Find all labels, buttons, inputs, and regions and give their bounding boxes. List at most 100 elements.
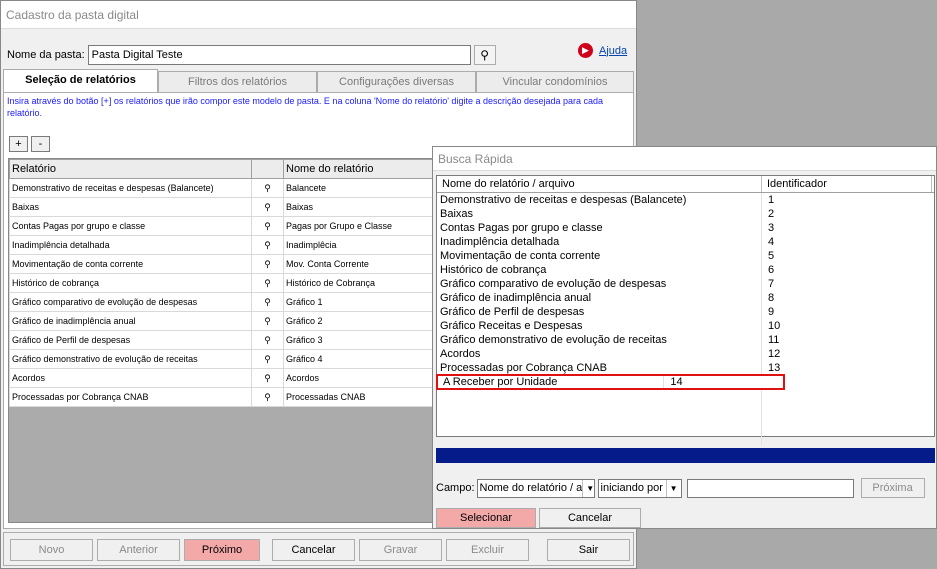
list-item[interactable]: Gráfico comparativo de evolução de despe… <box>437 277 934 291</box>
binoculars-icon[interactable]: ⚲ <box>251 368 284 388</box>
tab-vincular-condominios[interactable]: Vincular condomínios <box>476 71 634 92</box>
list-item[interactable]: Histórico de cobrança 6 <box>437 263 934 277</box>
binoculars-icon[interactable]: ⚲ <box>251 311 284 331</box>
list-item-name: Contas Pagas por grupo e classe <box>437 221 762 235</box>
report-name-cell[interactable]: Pagas por Grupo e Classe <box>283 216 439 236</box>
list-item[interactable]: Gráfico Receitas e Despesas 10 <box>437 319 934 333</box>
report-name-cell[interactable]: Gráfico 2 <box>283 311 439 331</box>
list-item-name: Movimentação de conta corrente <box>437 249 762 263</box>
binoculars-icon[interactable]: ⚲ <box>251 387 284 407</box>
table-row[interactable]: Gráfico comparativo de evolução de despe… <box>9 292 439 312</box>
report-cell[interactable]: Baixas <box>9 197 252 217</box>
binoculars-icon[interactable]: ⚲ <box>251 216 284 236</box>
binoculars-icon[interactable]: ⚲ <box>251 197 284 217</box>
report-cell[interactable]: Gráfico comparativo de evolução de despe… <box>9 292 252 312</box>
table-row[interactable]: Inadimplência detalhada ⚲ Inadimplêcia <box>9 235 439 255</box>
sair-button[interactable]: Sair <box>547 539 630 561</box>
binoculars-icon[interactable]: ⚲ <box>251 330 284 350</box>
report-cell[interactable]: Gráfico de inadimplência anual <box>9 311 252 331</box>
folder-search-button[interactable]: ⚲ <box>473 45 496 65</box>
excluir-button[interactable]: Excluir <box>446 539 529 561</box>
binoculars-icon: ⚲ <box>480 48 490 62</box>
report-cell[interactable]: Contas Pagas por grupo e classe <box>9 216 252 236</box>
report-name-cell[interactable]: Baixas <box>283 197 439 217</box>
grid-header-row: Relatório Nome do relatório <box>9 159 439 179</box>
report-name-cell[interactable]: Balancete <box>283 178 439 198</box>
list-item[interactable]: Acordos 12 <box>437 347 934 361</box>
remove-report-button[interactable]: - <box>31 136 50 152</box>
campo-select[interactable]: Nome do relatório / a ▼ <box>476 478 595 498</box>
table-row[interactable]: Movimentação de conta corrente ⚲ Mov. Cont… <box>9 254 439 274</box>
binoculars-icon[interactable]: ⚲ <box>251 254 284 274</box>
novo-button[interactable]: Novo <box>10 539 93 561</box>
list-item[interactable]: Gráfico de inadimplência anual 8 <box>437 291 934 305</box>
report-cell[interactable]: Processadas por Cobrança CNAB <box>9 387 252 407</box>
proximo-button[interactable]: Próximo <box>184 539 260 561</box>
selecionar-button[interactable]: Selecionar <box>436 508 536 528</box>
binoculars-icon[interactable]: ⚲ <box>251 292 284 312</box>
report-name-cell[interactable]: Gráfico 3 <box>283 330 439 350</box>
list-item[interactable]: Processadas por Cobrança CNAB 13 <box>437 361 934 375</box>
video-help-icon[interactable]: ▶ <box>578 43 593 58</box>
table-row[interactable]: Contas Pagas por grupo e classe ⚲ Pagas po… <box>9 216 439 236</box>
horizontal-scrollbar[interactable] <box>436 448 935 463</box>
search-cancelar-button[interactable]: Cancelar <box>539 508 641 528</box>
report-name-cell[interactable]: Inadimplêcia <box>283 235 439 255</box>
table-row[interactable]: Acordos ⚲ Acordos <box>9 368 439 388</box>
cancelar-button[interactable]: Cancelar <box>272 539 355 561</box>
report-cell[interactable]: Movimentação de conta corrente <box>9 254 252 274</box>
list-item[interactable]: Gráfico demonstrativo de evolução de rec… <box>437 333 934 347</box>
anterior-button[interactable]: Anterior <box>97 539 180 561</box>
table-row[interactable]: Gráfico demonstrativo de evolução de rec… <box>9 349 439 369</box>
list-item[interactable]: A Receber por Unidade 14 <box>436 374 785 390</box>
list-item-name: Gráfico de inadimplência anual <box>437 291 762 305</box>
report-cell[interactable]: Histórico de cobrança <box>9 273 252 293</box>
binoculars-icon[interactable]: ⚲ <box>251 273 284 293</box>
table-row[interactable]: Gráfico de inadimplência anual ⚲ Gráfico 2 <box>9 311 439 331</box>
list-item-name: Baixas <box>437 207 762 221</box>
list-item[interactable]: Contas Pagas por grupo e classe 3 <box>437 221 934 235</box>
report-name-cell[interactable]: Histórico de Cobrança <box>283 273 439 293</box>
binoculars-icon[interactable]: ⚲ <box>251 349 284 369</box>
report-name-cell[interactable]: Gráfico 1 <box>283 292 439 312</box>
list-item[interactable]: Baixas 2 <box>437 207 934 221</box>
add-report-button[interactable]: + <box>9 136 28 152</box>
chevron-down-icon[interactable]: ▼ <box>582 479 594 497</box>
search-text-input[interactable] <box>686 478 854 498</box>
table-row[interactable]: Histórico de cobrança ⚲ Histórico de Cobra… <box>9 273 439 293</box>
report-name-cell[interactable]: Acordos <box>283 368 439 388</box>
report-cell[interactable]: Gráfico de Perfil de despesas <box>9 330 252 350</box>
report-cell[interactable]: Acordos <box>9 368 252 388</box>
column-identificador[interactable]: Identificador <box>762 176 932 192</box>
column-relatorio[interactable]: Relatório <box>9 159 252 179</box>
report-cell[interactable]: Demonstrativo de receitas e despesas (Ba… <box>9 178 252 198</box>
help-link[interactable]: Ajuda <box>599 45 627 57</box>
list-item[interactable]: Demonstrativo de receitas e despesas (Ba… <box>437 193 934 207</box>
tab-selecao-relatorios[interactable]: Seleção de relatórios <box>3 69 158 92</box>
report-name-cell[interactable]: Mov. Conta Corrente <box>283 254 439 274</box>
table-row[interactable]: Baixas ⚲ Baixas <box>9 197 439 217</box>
help-area[interactable]: ▶ Ajuda <box>578 43 627 58</box>
tab-filtros-relatorios[interactable]: Filtros dos relatórios <box>158 71 317 92</box>
binoculars-icon[interactable]: ⚲ <box>251 178 284 198</box>
list-item[interactable]: Inadimplência detalhada 4 <box>437 235 934 249</box>
table-row[interactable]: Demonstrativo de receitas e despesas (Ba… <box>9 178 439 198</box>
report-cell[interactable]: Gráfico demonstrativo de evolução de rec… <box>9 349 252 369</box>
binoculars-icon[interactable]: ⚲ <box>251 235 284 255</box>
report-cell[interactable]: Inadimplência detalhada <box>9 235 252 255</box>
tab-configuracoes-diversas[interactable]: Configurações diversas <box>317 71 476 92</box>
chevron-down-icon[interactable]: ▼ <box>665 479 681 497</box>
column-nome-relatorio[interactable]: Nome do relatório <box>283 159 439 179</box>
report-name-cell[interactable]: Gráfico 4 <box>283 349 439 369</box>
folder-name-input[interactable]: Pasta Digital Teste <box>87 45 471 65</box>
list-item-name: Inadimplência detalhada <box>437 235 762 249</box>
table-row[interactable]: Processadas por Cobrança CNAB ⚲ Processada… <box>9 387 439 407</box>
list-item[interactable]: Movimentação de conta corrente 5 <box>437 249 934 263</box>
gravar-button[interactable]: Gravar <box>359 539 442 561</box>
proxima-button[interactable]: Próxima <box>860 478 925 498</box>
table-row[interactable]: Gráfico de Perfil de despesas ⚲ Gráfico 3 <box>9 330 439 350</box>
column-nome-arquivo[interactable]: Nome do relatório / arquivo <box>437 176 762 192</box>
search-mode-select[interactable]: iniciando por ▼ <box>597 478 682 498</box>
report-name-cell[interactable]: Processadas CNAB <box>283 387 439 407</box>
list-item[interactable]: Gráfico de Perfil de despesas 9 <box>437 305 934 319</box>
